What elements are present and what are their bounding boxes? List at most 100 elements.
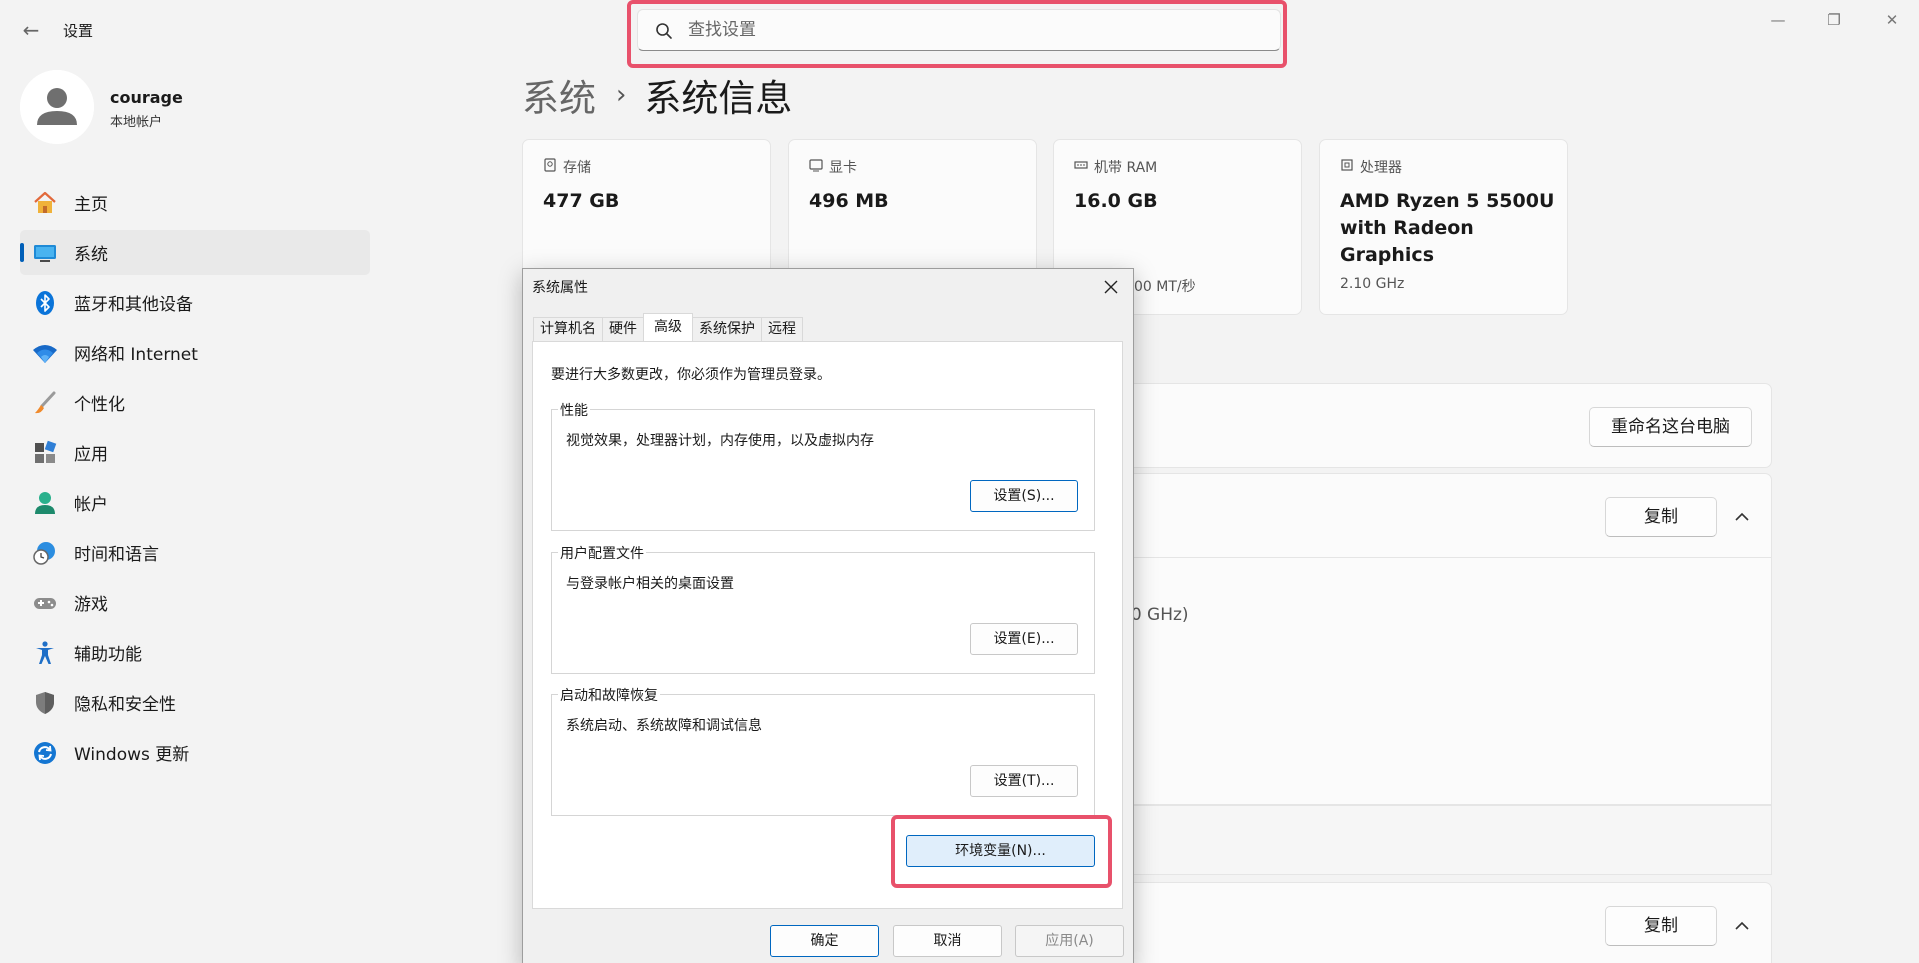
avatar: [20, 70, 94, 144]
startup-recovery-title: 启动和故障恢复: [558, 685, 660, 705]
close-window-button[interactable]: ✕: [1872, 8, 1912, 32]
page-title: 系统信息: [644, 77, 793, 120]
storage-label: 存储: [563, 160, 591, 176]
search-icon: [656, 23, 672, 39]
sidebar-item-network[interactable]: 网络和 Internet: [20, 330, 370, 375]
ok-button[interactable]: 确定: [770, 925, 879, 957]
app-title: 设置: [63, 22, 94, 40]
breadcrumb-parent[interactable]: 系统: [522, 68, 596, 122]
wifi-icon: [33, 345, 57, 363]
copy-button[interactable]: 复制: [1605, 906, 1717, 946]
sidebar-item-label: 应用: [74, 445, 108, 465]
rename-pc-button[interactable]: 重命名这台电脑: [1589, 407, 1752, 447]
related-links-panel: [1100, 805, 1772, 875]
sidebar-item-personalization[interactable]: 个性化: [20, 380, 370, 425]
accessibility-icon: [36, 641, 54, 664]
sidebar-item-label: 主页: [74, 195, 108, 215]
cpu-speed: 2.10 GHz: [1340, 276, 1405, 292]
ram-speed: 00 MT/秒: [1134, 279, 1196, 295]
startup-recovery-group: 启动和故障恢复 系统启动、系统故障和调试信息 设置(T)...: [551, 685, 1095, 816]
sidebar-item-label: 个性化: [74, 395, 125, 415]
sidebar-item-label: 游戏: [74, 595, 108, 615]
performance-title: 性能: [558, 400, 590, 420]
tab-hardware[interactable]: 硬件: [602, 317, 644, 341]
tab-strip: 计算机名 硬件 高级 系统保护 远程: [533, 313, 803, 342]
sidebar-item-apps[interactable]: 应用: [20, 430, 370, 475]
sidebar-item-time-language[interactable]: 时间和语言: [20, 530, 370, 575]
sidebar-item-label: 系统: [74, 245, 108, 265]
apply-button[interactable]: 应用(A): [1015, 925, 1124, 957]
clock-globe-icon: [33, 542, 55, 565]
update-icon: [34, 742, 56, 764]
minimize-button[interactable]: —: [1758, 8, 1798, 32]
cpu-label: 处理器: [1360, 160, 1402, 176]
maximize-button[interactable]: ❐: [1814, 8, 1854, 32]
cpu-icon: [1341, 159, 1353, 171]
startup-recovery-desc: 系统启动、系统故障和调试信息: [566, 718, 762, 734]
chevron-up-icon[interactable]: [1732, 507, 1752, 527]
gpu-value: 496 MB: [809, 190, 889, 212]
user-profiles-desc: 与登录帐户相关的桌面设置: [566, 576, 734, 592]
performance-group: 性能 视觉效果，处理器计划，内存使用，以及虚拟内存 设置(S)...: [551, 400, 1095, 531]
account-icon: [35, 492, 55, 514]
chevron-up-icon[interactable]: [1732, 916, 1752, 936]
sidebar-item-label: 帐户: [74, 495, 108, 515]
gamepad-icon: [34, 598, 56, 609]
storage-value: 477 GB: [543, 190, 620, 212]
tab-advanced[interactable]: 高级: [643, 313, 693, 341]
sidebar-item-label: Windows 更新: [74, 745, 190, 765]
dialog-title: 系统属性: [532, 280, 588, 296]
env-button-highlight-frame: [891, 815, 1112, 888]
sidebar-item-label: 时间和语言: [74, 545, 159, 565]
cpu-value: AMD Ryzen 5 5500U with Radeon Graphics: [1340, 190, 1555, 266]
breadcrumb: 系统 › 系统信息: [522, 68, 792, 122]
sidebar-item-label: 辅助功能: [74, 645, 142, 665]
performance-settings-button[interactable]: 设置(S)...: [970, 480, 1078, 512]
ram-label: 机带 RAM: [1094, 160, 1158, 176]
sidebar-item-home[interactable]: 主页: [20, 180, 370, 225]
sidebar-item-privacy-security[interactable]: 隐私和安全性: [20, 680, 370, 725]
brush-icon: [35, 391, 56, 414]
tab-system-protection[interactable]: 系统保护: [692, 317, 762, 341]
ram-value: 16.0 GB: [1074, 190, 1158, 212]
performance-desc: 视觉效果，处理器计划，内存使用，以及虚拟内存: [566, 433, 874, 449]
home-icon: [34, 191, 56, 213]
copy-button[interactable]: 复制: [1605, 497, 1717, 537]
search-box[interactable]: [637, 9, 1281, 51]
system-icon: [34, 245, 56, 262]
sidebar-nav: 主页 系统 蓝牙和其他设备 网络和 Internet 个性化 应用 帐户 时间和…: [20, 180, 370, 780]
sidebar-item-system[interactable]: 系统: [20, 230, 370, 275]
storage-icon: [544, 158, 556, 172]
gpu-label: 显卡: [829, 160, 857, 176]
gpu-icon: [809, 159, 823, 172]
sidebar-item-accounts[interactable]: 帐户: [20, 480, 370, 525]
sidebar-item-accessibility[interactable]: 辅助功能: [20, 630, 370, 675]
shield-icon: [36, 692, 54, 714]
ram-icon: [1074, 161, 1088, 169]
sidebar-item-gaming[interactable]: 游戏: [20, 580, 370, 625]
breadcrumb-separator: ›: [616, 80, 627, 110]
apps-icon: [35, 440, 57, 463]
tab-computer-name[interactable]: 计算机名: [533, 317, 603, 341]
back-arrow-icon[interactable]: ←: [18, 18, 44, 42]
sidebar-item-windows-update[interactable]: Windows 更新: [20, 730, 370, 775]
startup-recovery-settings-button[interactable]: 设置(T)...: [970, 765, 1078, 797]
sidebar-item-label: 隐私和安全性: [74, 695, 176, 715]
sidebar-item-bluetooth[interactable]: 蓝牙和其他设备: [20, 280, 370, 325]
bluetooth-icon: [36, 291, 54, 315]
search-input[interactable]: [688, 16, 1248, 44]
admin-note: 要进行大多数更改，你必须作为管理员登录。: [551, 367, 831, 383]
account-type: 本地帐户: [110, 115, 163, 130]
user-name: courage: [110, 88, 183, 107]
cpu-card: 处理器 AMD Ryzen 5 5500U with Radeon Graphi…: [1319, 139, 1568, 315]
cancel-button[interactable]: 取消: [893, 925, 1002, 957]
user-profiles-title: 用户配置文件: [558, 543, 646, 563]
person-icon: [20, 70, 94, 144]
user-profiles-group: 用户配置文件 与登录帐户相关的桌面设置 设置(E)...: [551, 543, 1095, 674]
tab-remote[interactable]: 远程: [761, 317, 803, 341]
divider: [1100, 557, 1772, 558]
close-icon[interactable]: [1099, 275, 1123, 299]
user-profiles-settings-button[interactable]: 设置(E)...: [970, 623, 1078, 655]
sidebar-item-label: 网络和 Internet: [74, 345, 198, 365]
sidebar-item-label: 蓝牙和其他设备: [74, 295, 193, 315]
